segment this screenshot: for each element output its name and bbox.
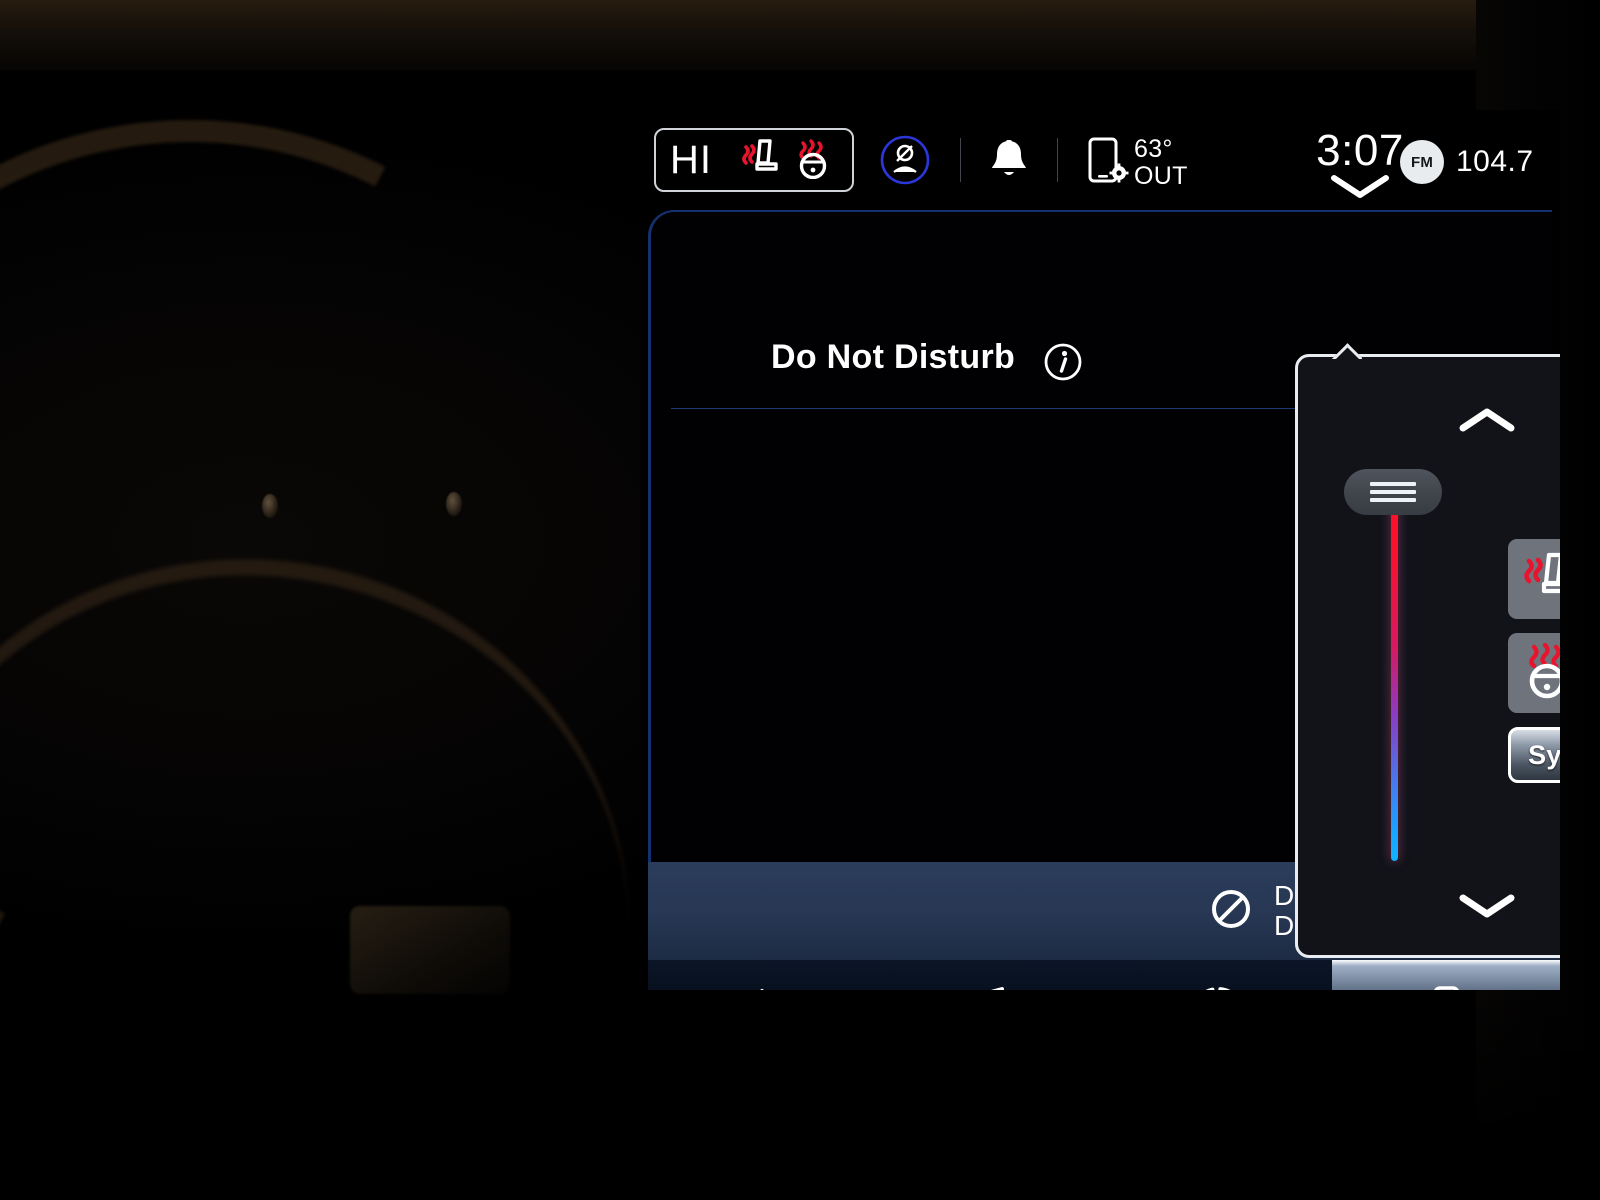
radio-status[interactable]: FM 104.7 — [1400, 140, 1534, 184]
chevron-down-icon — [1458, 892, 1516, 925]
heated-steering-wheel-icon — [1521, 642, 1560, 704]
bell-icon[interactable] — [987, 136, 1031, 184]
outside-temp-value: 63° — [1134, 135, 1173, 163]
outside-temp-label: OUT — [1134, 162, 1188, 190]
temperature-increase-button[interactable] — [1298, 391, 1560, 453]
heated-seat-button[interactable] — [1508, 539, 1560, 619]
driver-profile-icon[interactable] — [876, 131, 934, 189]
do-not-disturb-icon — [1208, 886, 1254, 937]
grip-handle-icon — [1370, 482, 1416, 502]
climate-temperature-label: HI — [670, 138, 712, 182]
dashboard-trim-top — [0, 0, 1600, 70]
nav-item-comfort[interactable]: Comfort — [1104, 960, 1332, 990]
phone-icon — [1426, 983, 1466, 990]
infotainment-screen: HI 63° OUT 3:07 FM 104.7 Do Not Disturb … — [640, 110, 1560, 990]
climate-control-popup: Sync — [1295, 354, 1560, 958]
heated-seat-icon[interactable] — [738, 137, 786, 184]
dashboard-shadow — [0, 1000, 1600, 1200]
bottom-navigation: Home Media Com — [648, 960, 1560, 990]
radio-frequency: 104.7 — [1456, 145, 1534, 178]
status-bar: HI 63° OUT 3:07 FM 104.7 — [640, 110, 1560, 210]
dashboard-control-knob — [350, 906, 510, 994]
nav-item-phone[interactable]: Phone — [1332, 960, 1560, 990]
chevron-up-icon — [1458, 406, 1516, 439]
temperature-slider-handle[interactable] — [1344, 469, 1442, 515]
popup-pointer — [1332, 343, 1362, 359]
dashboard-vent-left — [262, 494, 278, 518]
heated-steering-wheel-button[interactable] — [1508, 633, 1560, 713]
status-bar-icon-group — [876, 110, 1130, 210]
nav-item-media[interactable]: Media — [876, 960, 1104, 990]
temperature-decrease-button[interactable] — [1298, 877, 1560, 939]
climate-button-stack: Sync — [1508, 539, 1560, 783]
page-title: Do Not Disturb — [771, 338, 1016, 376]
temperature-slider[interactable] — [1344, 469, 1478, 861]
comfort-seat-icon — [1186, 983, 1250, 990]
music-note-icon — [964, 983, 1016, 990]
climate-badge[interactable]: HI — [654, 128, 854, 192]
phone-settings-icon[interactable] — [1084, 134, 1130, 186]
nav-item-home[interactable]: Home — [648, 960, 876, 990]
heated-seat-icon — [1521, 549, 1560, 610]
outside-temperature: 63° OUT — [1134, 136, 1188, 190]
temperature-slider-track[interactable] — [1391, 495, 1398, 861]
home-icon — [731, 983, 793, 990]
sync-button[interactable]: Sync — [1508, 727, 1560, 783]
radio-band-badge: FM — [1400, 140, 1444, 184]
info-icon[interactable] — [1043, 342, 1083, 387]
status-divider-1 — [960, 138, 961, 182]
dashboard-vent-right — [446, 492, 462, 516]
status-divider-2 — [1057, 138, 1058, 182]
heated-steering-wheel-icon[interactable] — [794, 137, 840, 184]
